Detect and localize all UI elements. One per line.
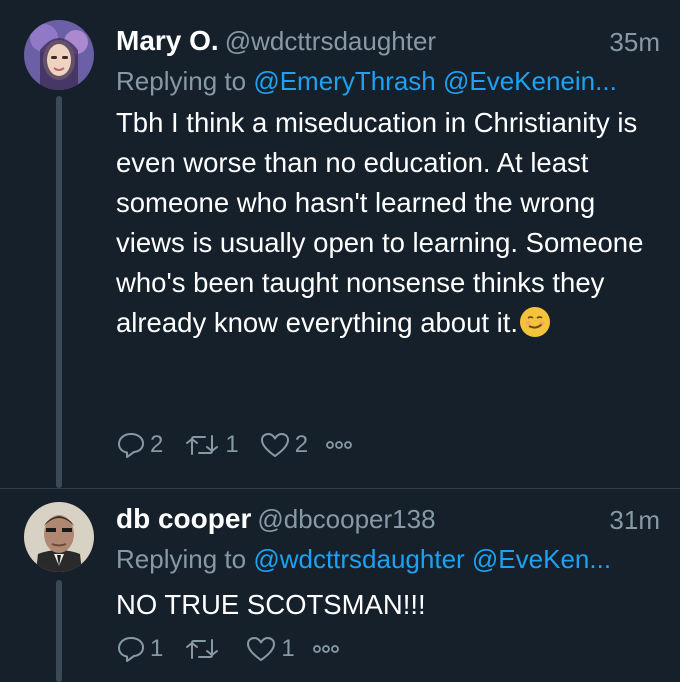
display-name[interactable]: db cooper <box>116 503 251 534</box>
reply-count: 1 <box>150 635 164 662</box>
retweet-button[interactable] <box>183 634 225 664</box>
replying-to: Replying to @wdcttrsdaughter @EveKen... <box>116 544 660 575</box>
like-button[interactable]: 1 <box>245 634 295 664</box>
tweet-text: NO TRUE SCOTSMAN!!! <box>116 585 646 625</box>
tweet-body: Tbh I think a miseducation in Christiani… <box>116 107 644 338</box>
thread-line <box>56 580 62 682</box>
reply-count: 2 <box>150 431 164 458</box>
more-button[interactable] <box>324 430 358 460</box>
reply-icon <box>118 637 144 662</box>
tweet-actions: 2 1 2 <box>116 430 378 460</box>
reply-button[interactable]: 2 <box>116 430 163 460</box>
retweet-count: 1 <box>225 431 239 458</box>
smirking-face-emoji <box>520 307 551 337</box>
tweet-header: db cooper @dbcooper138 31m <box>116 503 660 539</box>
heart-icon <box>260 433 289 457</box>
reply-icon <box>118 433 144 458</box>
avatar[interactable] <box>24 502 94 572</box>
more-button[interactable] <box>311 634 345 664</box>
replying-prefix: Replying to <box>116 544 254 574</box>
tweet-body: NO TRUE SCOTSMAN!!! <box>116 589 426 620</box>
like-button[interactable]: 2 <box>259 430 308 460</box>
retweet-icon <box>186 435 219 455</box>
tweet-header: Mary O. @wdcttrsdaughter 35m <box>116 25 660 61</box>
tweet-text: Tbh I think a miseducation in Christiani… <box>116 103 646 343</box>
timestamp[interactable]: 35m <box>609 27 660 58</box>
like-count: 2 <box>294 431 309 458</box>
reply-mentions[interactable]: @EmeryThrash @EveKenein... <box>253 66 616 96</box>
thread-line <box>56 96 62 488</box>
reply-button[interactable]: 1 <box>116 634 163 664</box>
like-count: 1 <box>281 635 295 662</box>
reply-mentions[interactable]: @wdcttrsdaughter @EveKen... <box>253 544 611 574</box>
heart-icon <box>247 637 276 661</box>
retweet-icon <box>186 639 219 659</box>
replying-to: Replying to @EmeryThrash @EveKenein... <box>116 66 660 97</box>
user-handle[interactable]: @dbcooper138 <box>257 504 435 534</box>
display-name[interactable]: Mary O. <box>116 25 219 56</box>
tweet-actions: 1 1 <box>116 634 365 664</box>
more-icon <box>312 645 339 653</box>
replying-prefix: Replying to <box>116 66 254 96</box>
retweet-button[interactable]: 1 <box>183 430 239 460</box>
timestamp[interactable]: 31m <box>609 505 660 536</box>
user-handle[interactable]: @wdcttrsdaughter <box>225 26 436 56</box>
more-icon <box>326 441 352 449</box>
avatar[interactable] <box>24 20 94 90</box>
